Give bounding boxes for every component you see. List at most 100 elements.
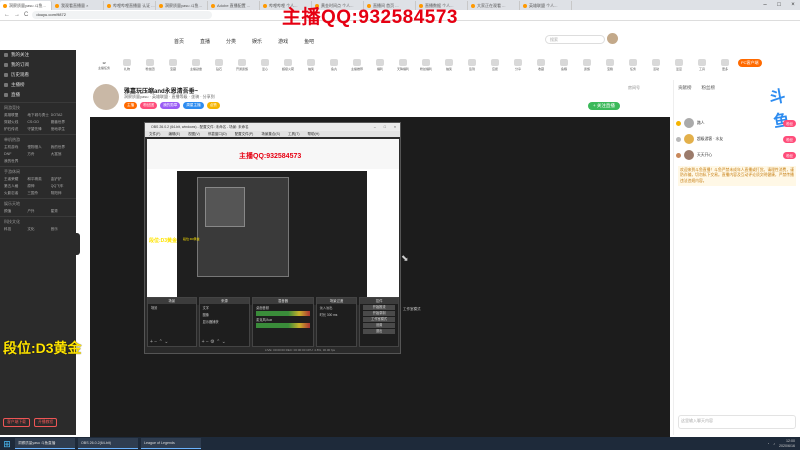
back-icon[interactable]: ← — [4, 12, 10, 18]
follow-button[interactable]: + 关注直播 — [588, 102, 620, 110]
category-link[interactable]: 王者荣耀 — [4, 177, 25, 182]
nav-yuba[interactable]: 鱼吧 — [304, 38, 314, 45]
maximize-icon[interactable]: □ — [384, 123, 386, 131]
maximize-icon[interactable]: □ — [772, 0, 786, 10]
activity-item[interactable]: 抽奖 — [301, 59, 321, 71]
activity-item[interactable]: 贵族 — [577, 59, 597, 71]
activity-item[interactable]: 主播推荐 — [347, 59, 367, 71]
mixer-channel[interactable]: 桌面音频 — [253, 304, 312, 311]
nav-live[interactable]: 直播 — [200, 38, 210, 45]
mixer-channel[interactable]: 麦克风/Aux — [253, 316, 312, 323]
obs-menu-item[interactable]: 文件(F) — [149, 131, 160, 137]
sidebar-item-live[interactable]: 直播 — [0, 90, 76, 100]
nav-home[interactable]: 首页 — [174, 38, 184, 45]
browser-tab[interactable]: 英雄联盟 个人... — [520, 1, 572, 10]
category-link[interactable]: 怪物猎人 — [27, 145, 48, 150]
dock-buttons[interactable]: + − ⚙ ⌃ ⌄ — [202, 339, 226, 345]
obs-menu-item[interactable]: 工具(T) — [288, 131, 299, 137]
nav-category[interactable]: 分类 — [226, 38, 236, 45]
category-link[interactable]: 地下城与勇士 — [27, 113, 48, 118]
tab-fans[interactable]: 粉丝榜 — [702, 85, 716, 91]
category-link[interactable]: 穿越火线 — [4, 120, 25, 125]
activity-item[interactable]: 粉丝团 — [140, 59, 160, 71]
stream-tutorial-button[interactable]: 开播教程 — [33, 418, 58, 427]
source-item[interactable]: 显示器捕获 — [200, 318, 250, 325]
url-field[interactable]: douyu.com/9872 — [32, 11, 213, 19]
category-link[interactable]: 方舟 — [27, 152, 48, 157]
room-tag[interactable]: 我的勋章 — [159, 102, 181, 109]
minimize-icon[interactable]: – — [374, 123, 376, 131]
category-link[interactable]: 我的世界 — [51, 145, 72, 150]
browser-tab[interactable]: 哔哩哔哩直播量 认证 ... — [104, 1, 156, 10]
category-link[interactable]: DNF — [4, 152, 25, 157]
sidebar-item-history[interactable]: 历史观看 — [0, 70, 76, 80]
browser-tab[interactable]: 我观看直播量 × — [52, 1, 104, 10]
category-link[interactable]: 文化 — [27, 227, 48, 232]
rank-row[interactable]: 天天开心 粉丝 — [676, 147, 796, 163]
windows-start-icon[interactable]: ⊞ — [2, 439, 12, 449]
category-link[interactable]: 和平精英 — [27, 177, 48, 182]
category-link[interactable]: 守望先锋 — [27, 127, 48, 132]
category-link[interactable]: 英雄联盟 — [4, 113, 25, 118]
category-link[interactable]: 阴阳师 — [51, 191, 72, 196]
settings-button[interactable]: 设置 — [363, 323, 395, 328]
dock-buttons[interactable]: + − ⌃ ⌄ — [150, 339, 168, 345]
studio-mode-button[interactable]: 工作室模式 — [363, 317, 395, 322]
activity-item[interactable]: 主播勋章 — [186, 59, 206, 71]
activity-item[interactable]: 应援 — [485, 59, 505, 71]
category-link[interactable]: 我的世界 — [4, 159, 25, 164]
sidebar-item-subscribe[interactable]: 我的订阅 — [0, 60, 76, 70]
rank-row[interactable]: 超级游客 · 水友 粉丝 — [676, 131, 796, 147]
category-link[interactable]: DOTA2 — [51, 113, 72, 118]
taskbar-app[interactable]: OBS 26.0.2(64-bit) — [78, 438, 138, 449]
room-tag[interactable]: 点赞 — [206, 102, 220, 109]
reload-icon[interactable]: C — [24, 12, 28, 18]
obs-menu-item[interactable]: 场景集合(S) — [261, 131, 280, 137]
sidebar-item-follow[interactable]: 我的关注 — [0, 50, 76, 60]
network-icon[interactable]: ◔ — [767, 442, 769, 446]
activity-item[interactable]: 礼物 — [117, 59, 137, 71]
category-link[interactable]: 大富翁 — [51, 152, 72, 157]
activity-item[interactable]: 开通贵族 — [232, 59, 252, 71]
transition-select[interactable]: 淡入淡出 — [317, 304, 357, 311]
start-streaming-button[interactable]: 开始推流 — [363, 305, 395, 310]
browser-tab[interactable]: 洞察质量yasu 斗鱼... — [0, 1, 52, 10]
activity-item[interactable]: 更多 — [715, 59, 735, 71]
activity-item[interactable]: 分享 — [508, 59, 528, 71]
activity-item[interactable]: 收藏 — [531, 59, 551, 71]
search-input[interactable]: 搜索 — [545, 35, 605, 44]
category-link[interactable]: CS:GO — [27, 120, 48, 125]
forward-icon[interactable]: → — [14, 12, 20, 18]
category-link[interactable]: QQ飞车 — [51, 184, 72, 189]
category-link[interactable]: 主机游戏 — [4, 145, 25, 150]
activity-item[interactable]: 活动 — [646, 59, 666, 71]
activity-item[interactable]: 钻石 — [209, 59, 229, 71]
obs-menu-item[interactable]: 帮助(H) — [308, 131, 320, 137]
minimize-icon[interactable]: – — [758, 0, 772, 10]
activity-item[interactable]: 爱豆 — [669, 59, 689, 71]
sidebar-item-rank[interactable]: 主播榜 — [0, 80, 76, 90]
activity-item[interactable]: 任务 — [623, 59, 643, 71]
scene-item[interactable]: 场景 — [148, 304, 196, 311]
category-link[interactable]: 火影忍者 — [4, 191, 25, 196]
activity-item[interactable]: 签到 — [462, 59, 482, 71]
activity-item[interactable]: 超级火箭 — [278, 59, 298, 71]
source-item[interactable]: 文字 — [200, 304, 250, 311]
transition-duration[interactable]: 时长 300 ms — [317, 311, 357, 318]
category-link[interactable]: 炉石传说 — [4, 127, 25, 132]
activity-item[interactable]: 宝藏 — [163, 59, 183, 71]
category-link[interactable]: 魔兽世界 — [51, 120, 72, 125]
category-link[interactable]: 颜值 — [4, 209, 25, 214]
source-item[interactable]: 图像 — [200, 311, 250, 318]
taskbar-app[interactable]: 洞察质量yasu 斗鱼直播 — [15, 438, 75, 449]
activity-item[interactable]: 爱心 — [255, 59, 275, 71]
category-link[interactable]: 星秀 — [51, 209, 72, 214]
category-link[interactable]: 第五人格 — [4, 184, 25, 189]
category-link[interactable]: 科技 — [4, 227, 25, 232]
chat-input[interactable]: 这里输入聊天内容 — [678, 415, 796, 429]
rank-row[interactable]: 路人 粉丝 — [676, 115, 796, 131]
activity-item[interactable]: 宝箱 — [600, 59, 620, 71]
activity-item[interactable]: 鱼丸 — [324, 59, 344, 71]
sidebar-collapse-handle[interactable] — [76, 233, 80, 255]
browser-tab[interactable]: Adobe 直播配置 ... — [208, 1, 260, 10]
